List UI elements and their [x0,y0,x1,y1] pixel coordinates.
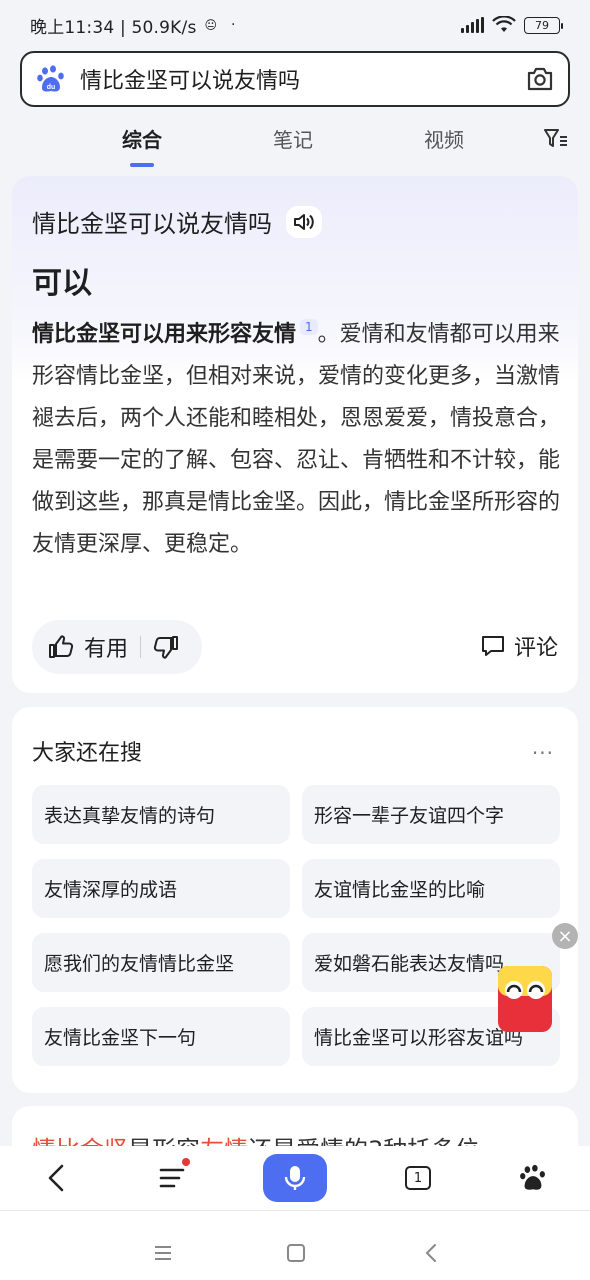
battery-level: 79 [535,18,549,32]
feedback-pill: 有用 [32,620,202,674]
home-button[interactable] [517,1154,549,1202]
baidu-home-icon [520,1164,545,1190]
related-chip[interactable]: 表达真挚友情的诗句 [32,785,290,844]
battery-icon: 79 [524,16,563,34]
status-bar: 晚上11:34 | 50.9K/s 😐 · 79 [0,0,590,50]
comment-icon [481,636,504,656]
notification-dot [182,1158,190,1166]
related-chip[interactable]: 形容一辈子友谊四个字 [302,785,560,844]
related-searches-card: 大家还在搜 ··· 表达真挚友情的诗句 形容一辈子友谊四个字 友情深厚的成语 友… [12,707,578,1093]
bottom-navbar: 1 [0,1146,590,1210]
menu-icon [159,1168,185,1188]
search-input[interactable]: 情比金坚可以说友情吗 [80,63,526,95]
answer-card: 情比金坚可以说友情吗 可以 情比金坚可以用来形容友情 1 。爱情和友情都可以用来形容… [12,176,578,693]
back-chevron-icon [425,1244,436,1262]
answer-lead: 情比金坚可以用来形容友情 [32,322,297,347]
tab-all[interactable]: 综合 [122,124,162,153]
answer-body: 情比金坚可以用来形容友情 1 。爱情和友情都可以用来形容情比金坚，但相对来说，爱情的… [32,306,562,566]
more-options-icon[interactable]: ··· [532,741,554,765]
answer-text: 。爱情和友情都可以用来形容情比金坚，但相对来说，爱情的变化更多，当激情褪去后，两… [32,322,561,557]
thumbs-up-icon[interactable] [48,635,74,659]
float-close-icon[interactable]: × [552,923,578,949]
menu-button[interactable] [152,1154,192,1202]
related-chip[interactable]: 友情比金坚下一句 [32,1007,290,1066]
comment-label[interactable]: 评论 [514,630,558,662]
short-answer: 可以 [30,258,94,304]
status-dot: · [231,17,236,33]
square-home-icon [287,1244,305,1262]
useful-label[interactable]: 有用 [84,631,128,663]
recents-icon [155,1246,171,1260]
related-chip[interactable]: 愿我们的友情情比金坚 [32,933,290,992]
divider [140,636,142,658]
back-arrow-icon [48,1164,64,1192]
voice-search-button[interactable] [263,1154,327,1202]
speaker-icon [294,213,314,230]
filter-icon[interactable] [543,127,569,149]
microphone-icon [284,1166,306,1190]
system-navbar [0,1210,590,1280]
related-grid: 表达真挚友情的诗句 形容一辈子友谊四个字 友情深厚的成语 友谊情比金坚的比喻 愿… [32,785,560,1066]
search-bar[interactable]: du 情比金坚可以说友情吗 [20,51,570,107]
thumbs-down-icon[interactable] [153,635,179,659]
back-button[interactable] [40,1154,72,1202]
tab-count: 1 [405,1166,431,1190]
comment-button[interactable]: 评论 [480,630,558,662]
citation-badge[interactable]: 1 [300,319,318,335]
baidu-paw-icon: du [37,65,64,92]
related-chip[interactable]: 友谊情比金坚的比喻 [302,859,560,918]
answer-question: 情比金坚可以说友情吗 [32,204,322,239]
tabs-button[interactable]: 1 [402,1154,434,1202]
tab-notes[interactable]: 笔记 [273,124,313,153]
question-text: 情比金坚可以说友情吗 [32,210,272,238]
related-title: 大家还在搜 [32,741,143,766]
signal-icon [461,17,484,33]
system-back-button[interactable] [418,1229,444,1277]
wifi-icon [492,16,516,32]
camera-icon[interactable] [526,66,554,92]
related-chip[interactable]: 友情深厚的成语 [32,859,290,918]
status-time: 晚上11:34 | 50.9K/s [30,17,197,38]
svg-text:du: du [47,84,56,91]
mascot-icon[interactable] [496,962,554,1034]
notification-icon: 😐 [204,18,218,32]
speaker-button[interactable] [286,205,322,238]
recent-apps-button[interactable] [150,1229,176,1277]
system-home-button[interactable] [283,1229,309,1277]
result-tabs: 综合 笔记 视频 [0,110,590,166]
tab-video[interactable]: 视频 [424,124,464,153]
